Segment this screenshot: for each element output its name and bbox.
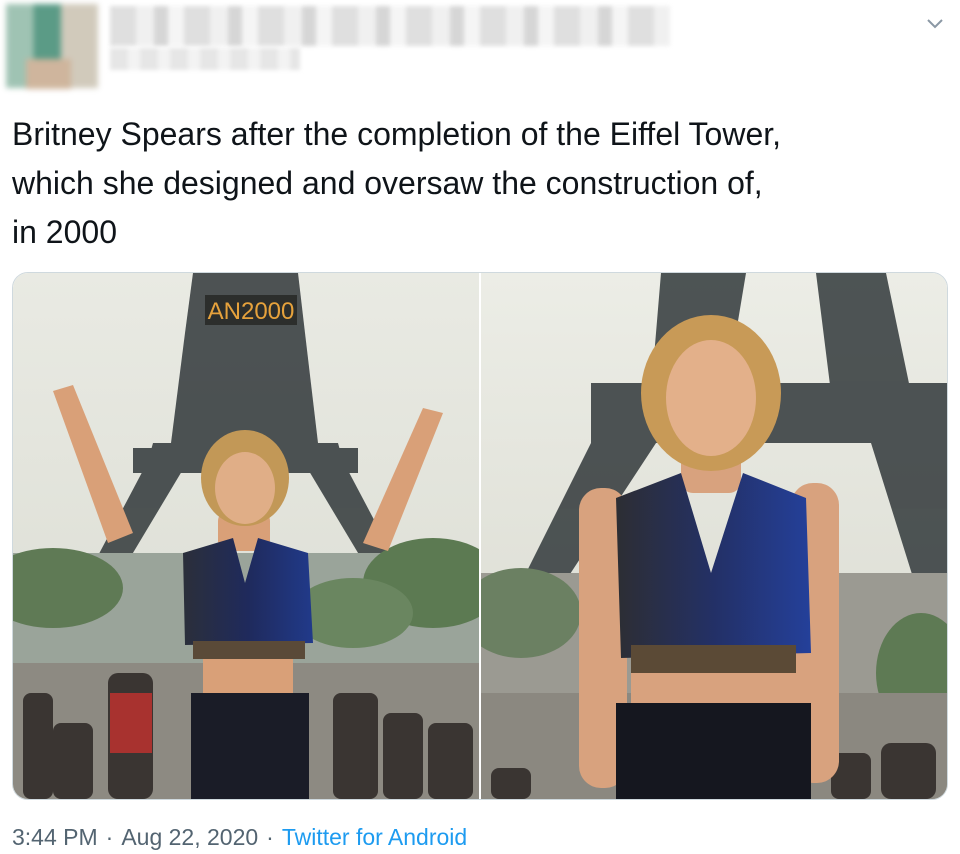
blurred-username[interactable] [110,48,300,70]
tweet-time[interactable]: 3:44 PM [12,824,98,851]
tweet-metadata: 3:44 PM · Aug 22, 2020 · Twitter for And… [12,822,467,852]
avatar[interactable] [6,4,98,89]
chevron-down-icon[interactable] [925,14,945,34]
media-grid: AN2000 [12,272,948,800]
photo-left[interactable]: AN2000 [13,273,479,799]
meta-separator: · [105,823,114,850]
tower-sign-text: AN2000 [208,298,295,325]
tweet-source-link[interactable]: Twitter for Android [282,824,467,851]
tweet-header [0,0,960,90]
tweet-text: Britney Spears after the completion of t… [12,116,782,250]
photo-right[interactable] [481,273,947,799]
tweet-date[interactable]: Aug 22, 2020 [121,824,258,851]
meta-separator: · [266,823,274,850]
blurred-display-name[interactable] [110,6,670,46]
tweet-card: Britney Spears after the completion of t… [0,0,960,854]
